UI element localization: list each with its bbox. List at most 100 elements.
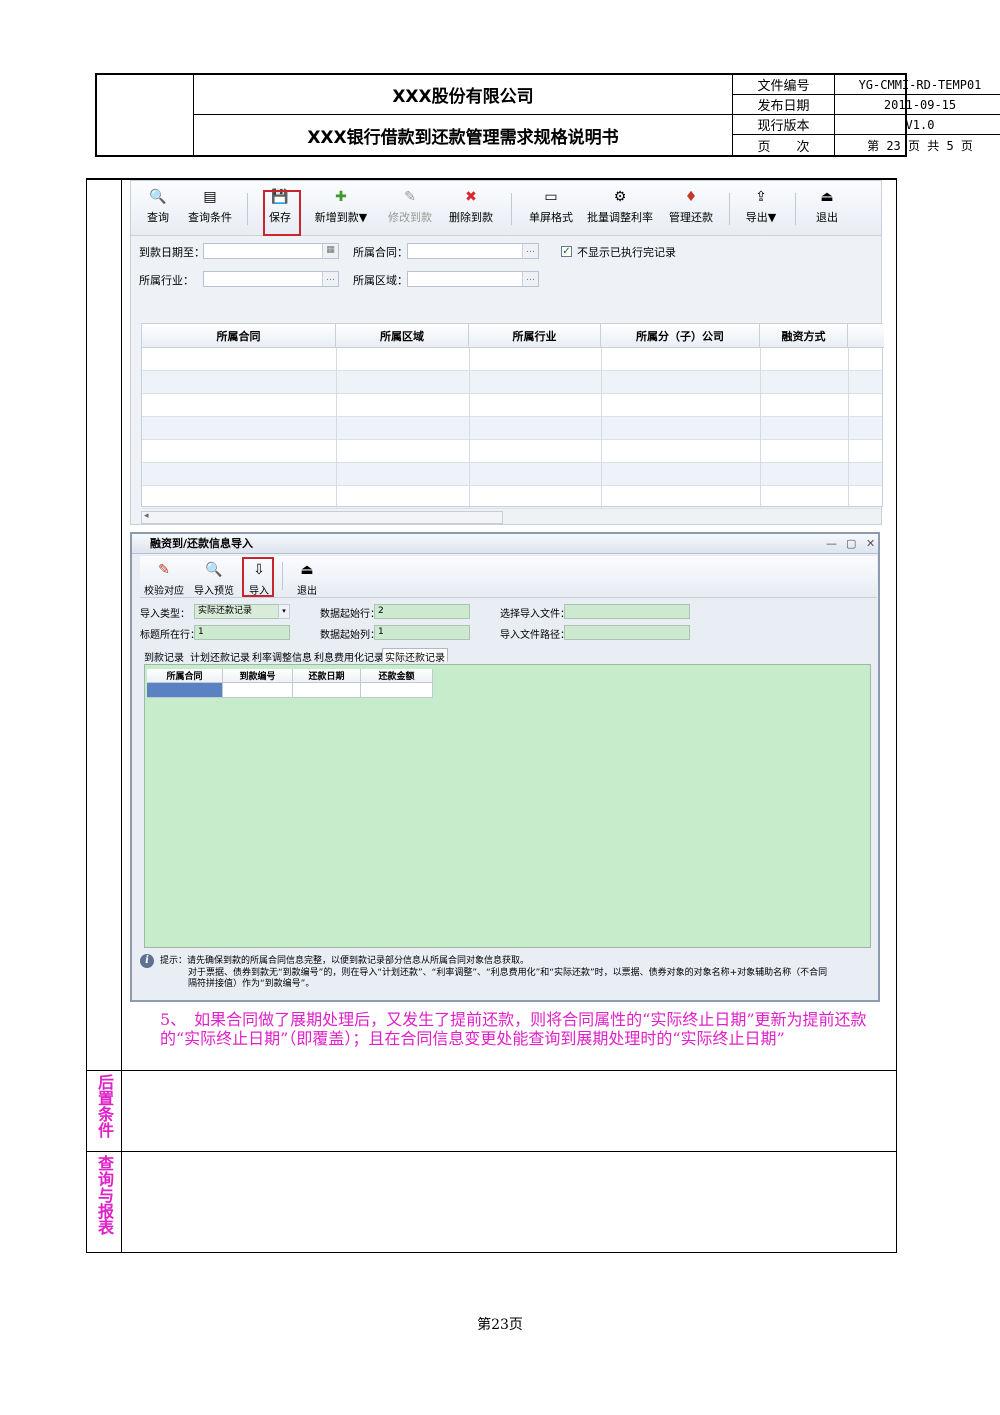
preview-button[interactable]: 🔍 导入预览 — [194, 562, 234, 606]
query-report-label: 查询与报表 — [95, 1155, 114, 1235]
column-header-repay-amount[interactable]: 还款金额 — [361, 669, 433, 683]
file-path-input[interactable] — [564, 625, 690, 640]
industry-input[interactable]: … — [203, 271, 339, 287]
toolbar-separator — [282, 562, 283, 590]
table-cell[interactable] — [361, 683, 433, 698]
tab-interest-expense[interactable]: 利息费用化记录 — [314, 649, 384, 664]
exit-icon: ⏏ — [820, 189, 834, 205]
column-header-financing[interactable]: 融资方式 — [760, 324, 848, 348]
selected-cell[interactable] — [147, 683, 223, 698]
column-header-subsidiary[interactable]: 所属分（子）公司 — [601, 324, 760, 348]
table-cell[interactable] — [293, 683, 361, 698]
meta-label-version: 现行版本 — [733, 115, 835, 135]
single-screen-icon: ▭ — [544, 189, 558, 205]
main-screen-screenshot: 🔍 查询 ▤ 查询条件 💾 保存 ✚ 新增到款▼ ✎ 修改到款 ✖ 删除到款 ▭… — [130, 180, 884, 525]
toolbar-separator — [729, 193, 730, 225]
single-screen-label: 单屏格式 — [529, 211, 573, 224]
table-row[interactable] — [142, 348, 882, 371]
column-header-industry[interactable]: 所属行业 — [469, 324, 601, 348]
start-col-label: 数据起始列： — [320, 630, 380, 641]
add-arrival-button[interactable]: ✚ 新增到款▼ — [311, 189, 371, 233]
column-divider — [121, 180, 122, 1252]
import-type-select[interactable]: 实际还款记录 — [194, 604, 290, 619]
ellipsis-icon[interactable]: … — [522, 244, 538, 258]
single-screen-button[interactable]: ▭ 单屏格式 — [527, 189, 575, 233]
verify-label: 校验对应 — [144, 586, 184, 597]
dialog-exit-button[interactable]: ⏏ 退出 — [296, 562, 318, 606]
query-conditions-button[interactable]: ▤ 查询条件 — [185, 189, 235, 233]
start-row-label: 数据起始行： — [320, 609, 380, 620]
delete-arrival-label: 删除到款 — [449, 211, 493, 224]
select-file-input[interactable] — [564, 604, 690, 619]
column-header-arrival-no[interactable]: 到款编号 — [223, 669, 293, 683]
meta-value-page: 第 23 页 共 5 页 — [867, 138, 973, 153]
column-header-contract[interactable]: 所属合同 — [147, 669, 223, 683]
maximize-icon[interactable]: ▢ — [846, 537, 856, 550]
start-row-input[interactable]: 2 — [374, 604, 470, 619]
table-cell[interactable] — [223, 683, 293, 698]
requirement-note: 5、 如果合同做了展期处理后，又发生了提前还款，则将合同属性的“实际终止日期”更… — [160, 1010, 867, 1048]
edit-arrival-button[interactable]: ✎ 修改到款 — [385, 189, 435, 233]
tab-arrival-records[interactable]: 到款记录 — [144, 649, 184, 664]
dialog-title: 融资到/还款信息导入 — [132, 534, 878, 554]
select-file-label: 选择导入文件： — [500, 609, 570, 620]
close-icon[interactable]: ✕ — [866, 537, 875, 550]
batch-rate-button[interactable]: ⚙ 批量调整利率 — [587, 189, 653, 233]
meta-value-file-no: YG-CMMI-RD-TEMP01 — [835, 75, 1000, 95]
tip-text-1: 请先确保到款的所属合同信息完整，以便到款记录部分信息从所属合同对象信息获取。 — [187, 956, 530, 966]
ellipsis-icon[interactable]: … — [522, 272, 538, 286]
column-divider — [760, 348, 761, 508]
column-divider — [848, 348, 849, 508]
column-header-region[interactable]: 所属区域 — [336, 324, 469, 348]
row-divider — [87, 1151, 896, 1152]
header-row-label: 标题所在行： — [140, 630, 200, 641]
column-divider — [601, 348, 602, 508]
query-button[interactable]: 🔍 查询 — [143, 189, 173, 233]
export-button[interactable]: ⇪ 导出▼ — [743, 189, 779, 233]
header-row-input[interactable]: 1 — [194, 625, 290, 640]
calendar-icon[interactable]: ▦ — [322, 244, 338, 258]
exit-label: 退出 — [816, 211, 838, 224]
add-icon: ✚ — [335, 189, 347, 205]
scroll-left-icon[interactable]: ◂ — [144, 511, 149, 521]
table-row[interactable] — [142, 417, 882, 440]
table-row[interactable] — [142, 371, 882, 394]
region-label: 所属区域： — [353, 274, 408, 287]
table-row[interactable] — [142, 394, 882, 417]
verify-icon: ✎ — [158, 562, 170, 578]
hide-done-checkbox[interactable]: ✓ — [561, 246, 572, 257]
meta-value-date: 2011-09-15 — [835, 95, 1000, 115]
table-row[interactable] — [142, 440, 882, 463]
start-col-input[interactable]: 1 — [374, 625, 470, 640]
import-highlight-box — [242, 557, 274, 597]
column-header-extra — [848, 324, 884, 348]
industry-label: 所属行业： — [139, 274, 194, 287]
company-name: XXX股份有限公司 — [194, 75, 733, 115]
column-divider — [469, 348, 470, 508]
column-header-contract[interactable]: 所属合同 — [142, 324, 336, 348]
tab-actual-repay[interactable]: 实际还款记录 — [382, 648, 448, 664]
table-row[interactable] — [142, 463, 882, 486]
meta-value-version: V1.0 — [835, 115, 1000, 135]
verify-button[interactable]: ✎ 校验对应 — [144, 562, 184, 606]
toolbar-separator — [247, 193, 248, 225]
manage-repay-button[interactable]: ♦ 管理还款 — [667, 189, 715, 233]
minimize-icon[interactable]: — — [826, 537, 837, 550]
horizontal-scrollbar[interactable]: ◂ — [141, 511, 503, 524]
region-input[interactable]: … — [407, 271, 539, 287]
meta-label-date: 发布日期 — [733, 95, 835, 115]
contract-input[interactable]: … — [407, 243, 539, 259]
dialog-exit-label: 退出 — [297, 586, 317, 597]
ellipsis-icon[interactable]: … — [322, 272, 338, 286]
chevron-down-icon[interactable]: ▾ — [278, 604, 290, 619]
table-row[interactable] — [142, 486, 882, 509]
tab-rate-adjust[interactable]: 利率调整信息 — [252, 649, 312, 664]
arrival-date-input[interactable]: ▦ — [203, 243, 339, 259]
document-title: XXX银行借款到还款管理需求规格说明书 — [194, 115, 733, 155]
tab-planned-repay[interactable]: 计划还款记录 — [190, 649, 250, 664]
column-header-repay-date[interactable]: 还款日期 — [293, 669, 361, 683]
delete-arrival-button[interactable]: ✖ 删除到款 — [447, 189, 495, 233]
main-toolbar: 🔍 查询 ▤ 查询条件 💾 保存 ✚ 新增到款▼ ✎ 修改到款 ✖ 删除到款 ▭… — [131, 181, 881, 236]
tip-line-3: 隔符拼接值）作为“到款编号”。 — [188, 979, 315, 989]
exit-button[interactable]: ⏏ 退出 — [813, 189, 841, 233]
